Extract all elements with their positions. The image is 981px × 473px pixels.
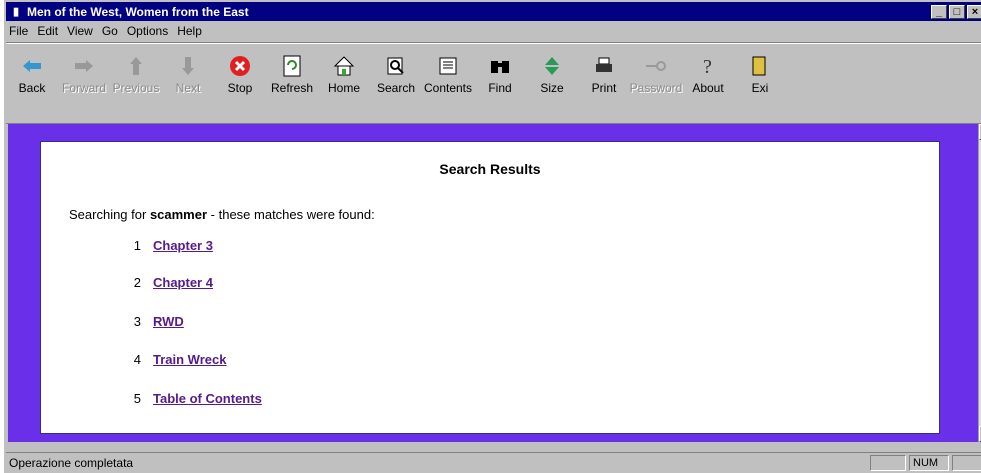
up-arrow-icon bbox=[128, 53, 144, 79]
next-button[interactable]: Next bbox=[162, 43, 214, 123]
list-item: 1 Chapter 3 bbox=[133, 238, 213, 253]
forward-button[interactable]: Forward bbox=[58, 43, 110, 123]
title-bar[interactable]: ▮ Men of the West, Women from the East _… bbox=[6, 2, 981, 21]
svg-text:?: ? bbox=[703, 56, 712, 77]
size-icon bbox=[541, 53, 563, 79]
back-button[interactable]: Back bbox=[6, 43, 58, 123]
printer-icon bbox=[593, 53, 615, 79]
menu-go[interactable]: Go bbox=[102, 24, 118, 38]
menu-edit[interactable]: Edit bbox=[37, 24, 58, 38]
contents-button[interactable]: Contents bbox=[422, 43, 474, 123]
search-results-panel: Search Results Searching for scammer - t… bbox=[40, 141, 940, 434]
home-icon bbox=[333, 53, 355, 79]
search-summary: Searching for scammer - these matches we… bbox=[69, 207, 375, 222]
print-button[interactable]: Print bbox=[578, 43, 630, 123]
menu-help[interactable]: Help bbox=[177, 24, 202, 38]
result-link[interactable]: Table of Contents bbox=[153, 391, 262, 406]
exit-button[interactable]: Exi bbox=[734, 43, 786, 123]
menu-bar: File Edit View Go Options Help bbox=[6, 22, 981, 40]
stop-button[interactable]: Stop bbox=[214, 43, 266, 123]
search-term: scammer bbox=[149, 207, 208, 222]
toolbar: Back Forward Previous Next Stop Refresh … bbox=[6, 42, 981, 124]
page-title: Search Results bbox=[439, 161, 541, 177]
status-bar: Operazione completata NUM bbox=[6, 452, 981, 473]
binoculars-icon bbox=[489, 53, 511, 79]
refresh-icon bbox=[282, 53, 302, 79]
content-area: Search Results Searching for scammer - t… bbox=[8, 124, 978, 442]
key-icon bbox=[644, 53, 668, 79]
menu-options[interactable]: Options bbox=[127, 24, 168, 38]
result-link[interactable]: Chapter 3 bbox=[153, 238, 213, 253]
result-link[interactable]: Chapter 4 bbox=[153, 275, 213, 290]
list-item: 3 RWD bbox=[133, 314, 184, 329]
menu-file[interactable]: File bbox=[9, 24, 28, 38]
minimize-button[interactable]: _ bbox=[931, 4, 947, 19]
back-arrow-icon bbox=[21, 53, 43, 79]
down-arrow-icon bbox=[180, 53, 196, 79]
stop-icon bbox=[229, 53, 251, 79]
find-button[interactable]: Find bbox=[474, 43, 526, 123]
result-link[interactable]: RWD bbox=[153, 314, 184, 329]
about-button[interactable]: ? About bbox=[682, 43, 734, 123]
maximize-button[interactable]: □ bbox=[949, 4, 965, 19]
list-item: 2 Chapter 4 bbox=[133, 275, 213, 290]
num-lock-indicator: NUM bbox=[909, 455, 949, 471]
question-icon: ? bbox=[697, 53, 719, 79]
refresh-button[interactable]: Refresh bbox=[266, 43, 318, 123]
exit-door-icon bbox=[749, 53, 771, 79]
search-button[interactable]: Search bbox=[370, 43, 422, 123]
list-item: 4 Train Wreck bbox=[133, 352, 227, 367]
menu-view[interactable]: View bbox=[67, 24, 93, 38]
forward-arrow-icon bbox=[73, 53, 95, 79]
book-icon: ▮ bbox=[12, 6, 20, 18]
close-button[interactable]: × bbox=[967, 4, 981, 19]
status-field-empty bbox=[952, 455, 981, 471]
password-button[interactable]: Password bbox=[630, 43, 682, 123]
status-field-empty bbox=[870, 455, 906, 471]
app-window: ▮ Men of the West, Women from the East _… bbox=[0, 0, 981, 473]
search-icon bbox=[385, 53, 407, 79]
result-link[interactable]: Train Wreck bbox=[153, 352, 226, 367]
contents-icon bbox=[437, 53, 459, 79]
list-item: 5 Table of Contents bbox=[133, 391, 262, 406]
window-title: Men of the West, Women from the East bbox=[27, 4, 249, 19]
status-message: Operazione completata bbox=[9, 456, 134, 470]
previous-button[interactable]: Previous bbox=[110, 43, 162, 123]
home-button[interactable]: Home bbox=[318, 43, 370, 123]
size-button[interactable]: Size bbox=[526, 43, 578, 123]
